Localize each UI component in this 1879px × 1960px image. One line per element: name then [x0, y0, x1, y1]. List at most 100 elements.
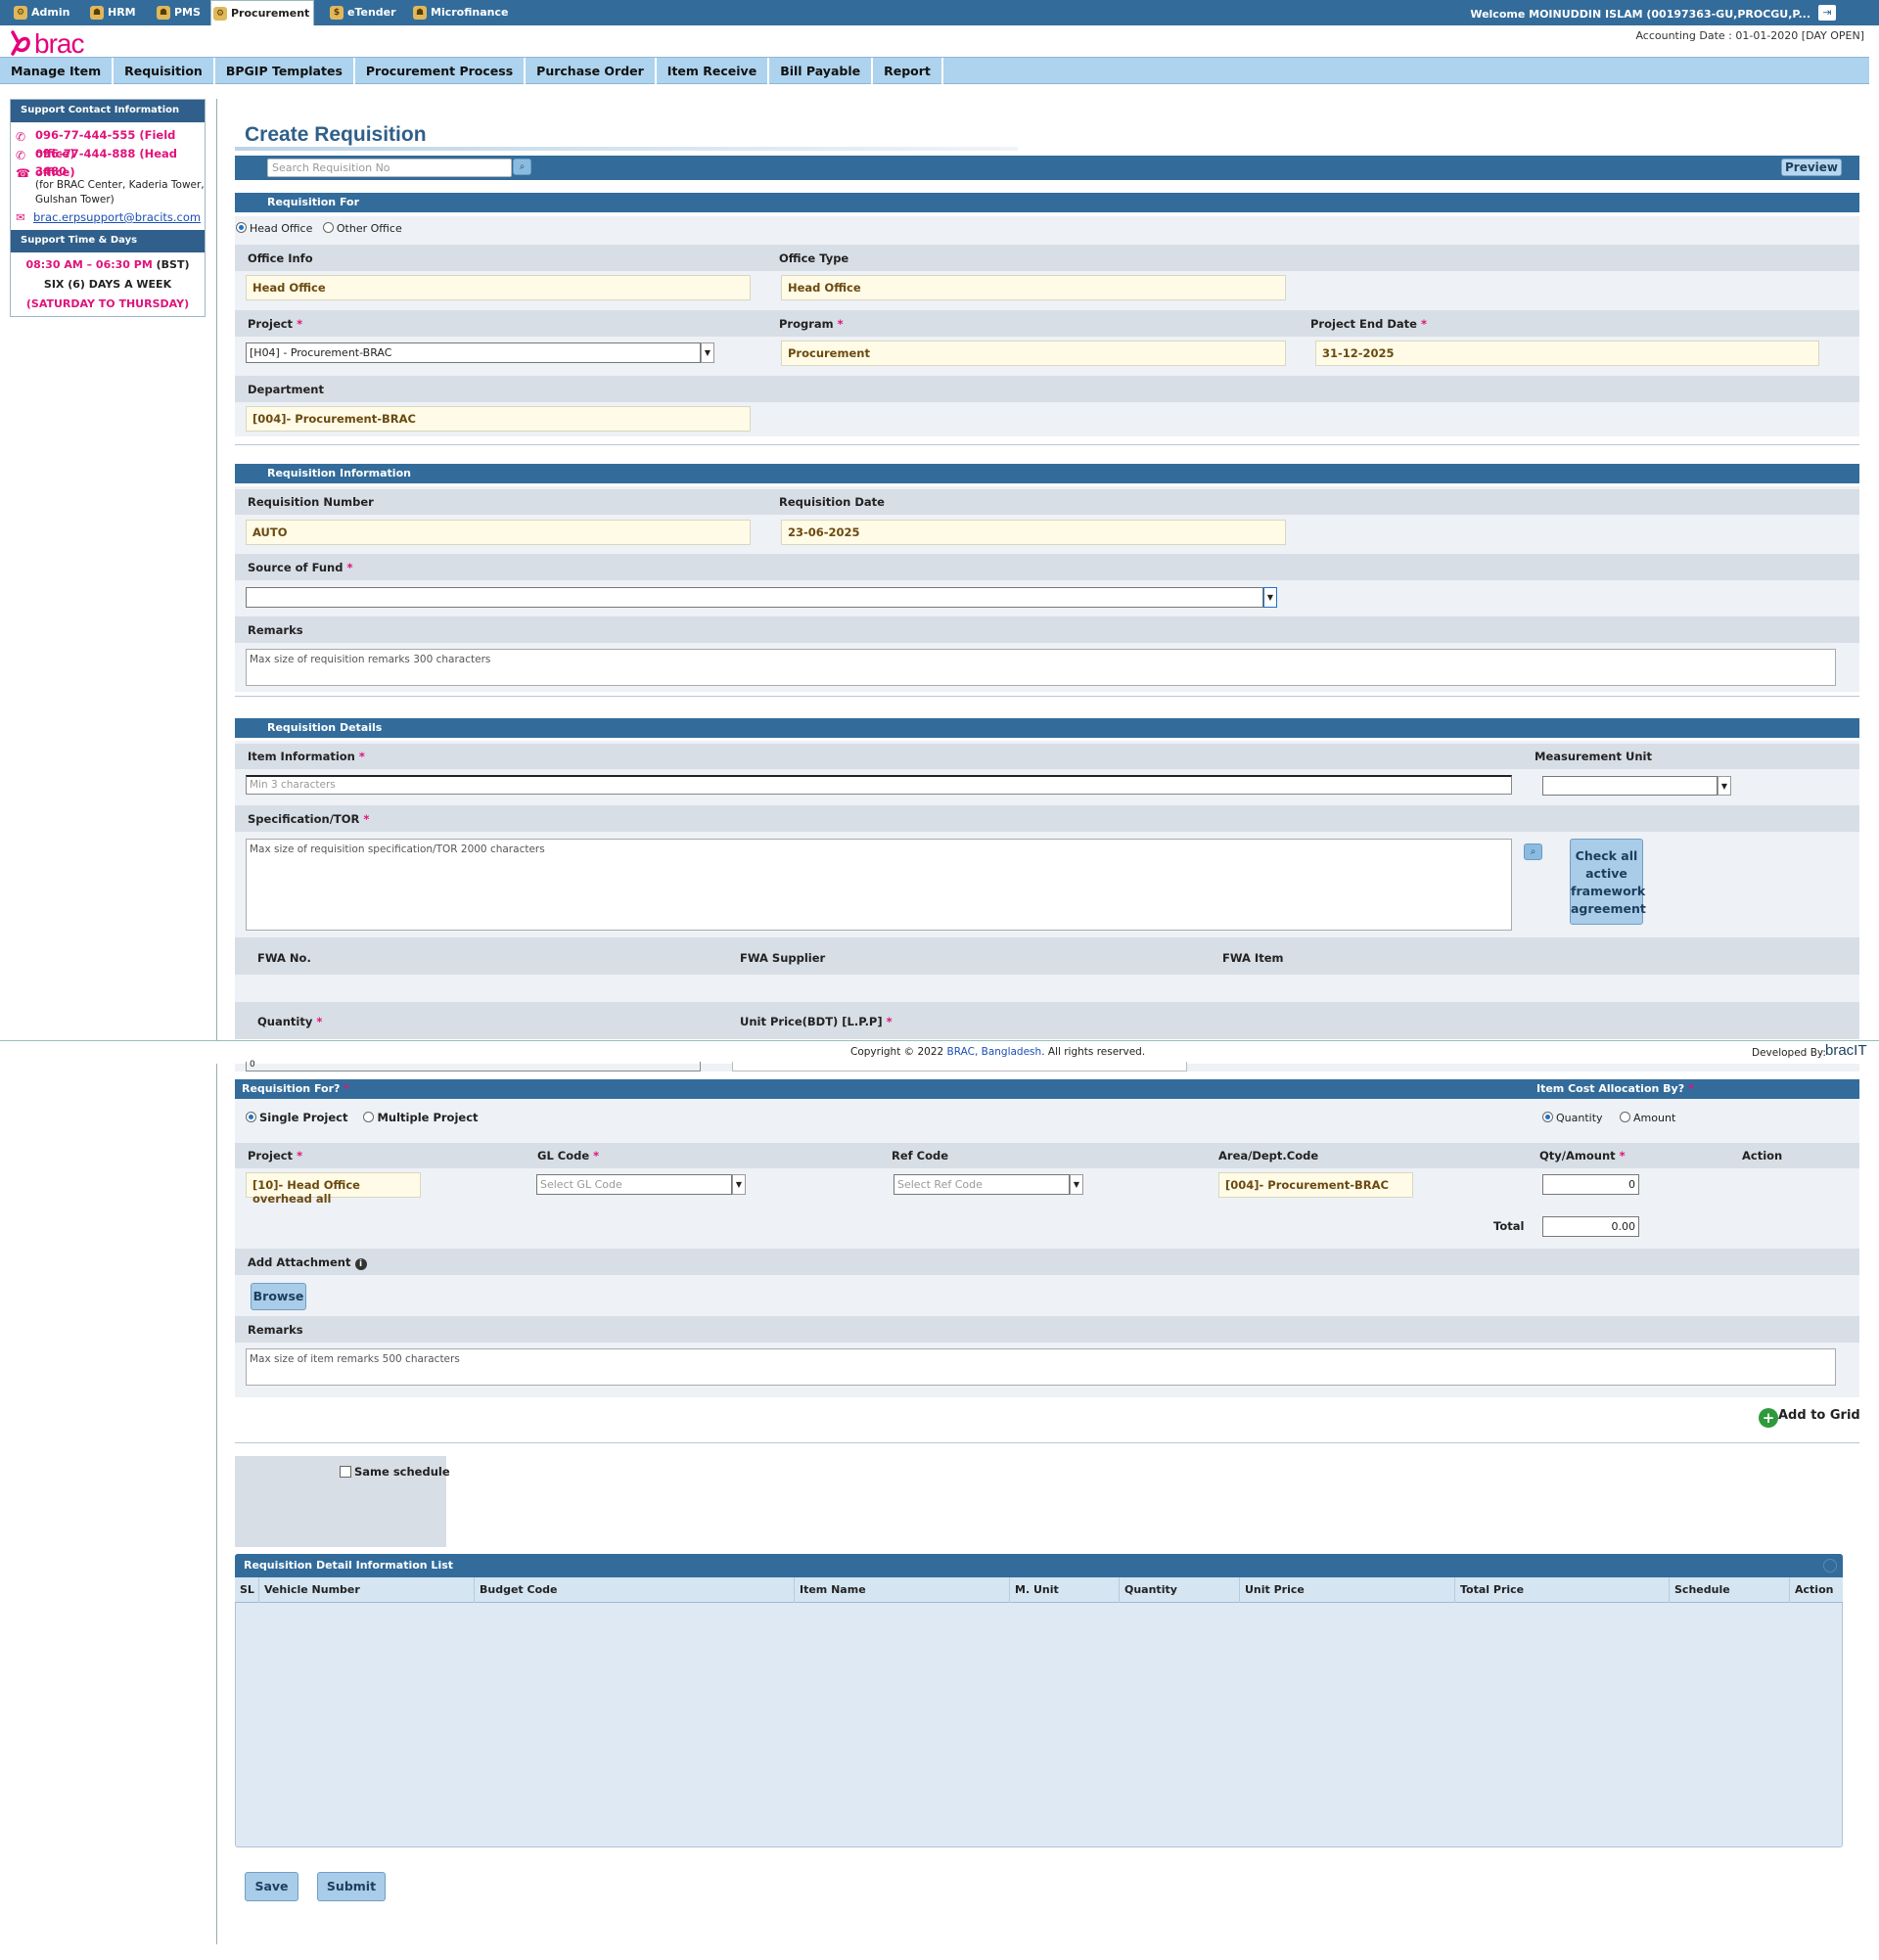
radio-empty-icon [322, 222, 334, 233]
chevron-down-icon[interactable]: ▼ [701, 342, 714, 363]
grid-col-quantity: Quantity [1120, 1577, 1240, 1603]
project-end-date-field: 31-12-2025 [1315, 341, 1819, 366]
same-schedule-checkbox[interactable]: Same schedule [340, 1465, 450, 1479]
grid-col-sl: SL [235, 1577, 259, 1603]
measurement-unit-select[interactable] [1542, 776, 1718, 796]
radio-selected-icon [1542, 1112, 1553, 1122]
total-label: Total [1493, 1219, 1525, 1233]
gear-people-icon: ⚙ [14, 6, 27, 20]
module-procurement[interactable]: ⚙ Procurement [210, 0, 314, 25]
chevron-down-icon[interactable]: ▼ [732, 1174, 746, 1195]
section-requisition-for: Requisition For [235, 193, 1859, 212]
telephone-icon: ☎ [16, 166, 30, 180]
module-etender[interactable]: $ eTender [328, 0, 396, 25]
add-to-grid-button[interactable]: + Add to Grid [1759, 1408, 1860, 1428]
people-icon: ☗ [90, 6, 104, 20]
search-icon[interactable]: ⌕ [1524, 843, 1542, 860]
module-microfinance[interactable]: ☗ Microfinance [411, 0, 508, 25]
radio-selected-icon [236, 222, 247, 233]
source-of-fund-select[interactable] [246, 587, 1263, 608]
collapse-icon[interactable] [1823, 1559, 1837, 1573]
project-end-date-label: Project End Date * [1310, 317, 1427, 331]
total-field: 0.00 [1542, 1216, 1639, 1237]
menu-manage-item[interactable]: Manage Item [0, 58, 115, 85]
specification-textarea[interactable]: Max size of requisition specification/TO… [246, 839, 1512, 931]
area-dept-field: [004]- Procurement-BRAC [1218, 1172, 1413, 1198]
radio-head-office[interactable]: Head Office [236, 222, 312, 235]
section-divider [235, 444, 1859, 445]
check-framework-agreement-button[interactable]: Check all active framework agreement [1570, 839, 1646, 925]
section-requisition-information: Requisition Information [235, 464, 1859, 483]
submit-button[interactable]: Submit [317, 1872, 386, 1901]
menu-report[interactable]: Report [873, 58, 943, 85]
envelope-icon: ✉ [16, 210, 25, 224]
bracit-logo: bracIT [1825, 1042, 1867, 1059]
grid-col-total-price: Total Price [1455, 1577, 1670, 1603]
office-type-label: Office Type [779, 251, 849, 265]
office-type-field: Head Office [781, 275, 1286, 300]
menu-procurement-process[interactable]: Procurement Process [355, 58, 527, 85]
requisition-date-field: 23-06-2025 [781, 520, 1286, 545]
requisition-remarks-textarea[interactable]: Max size of requisition remarks 300 char… [246, 649, 1836, 686]
browse-button[interactable]: Browse [251, 1283, 306, 1310]
menu-bpgip-templates[interactable]: BPGIP Templates [215, 58, 355, 85]
quantity-label: Quantity * [257, 1015, 323, 1028]
top-module-bar: ⚙ Admin ☗ HRM ☗ PMS ⚙ Procurement $ eTender ☗… [0, 0, 1879, 25]
module-admin[interactable]: ⚙ Admin [12, 0, 69, 25]
module-pms[interactable]: ☗ PMS [155, 0, 201, 25]
qty-amount-input[interactable]: 0 [1542, 1174, 1639, 1195]
unit-price-input[interactable] [732, 1062, 1187, 1071]
requisition-number-label: Requisition Number [248, 495, 374, 509]
radio-single-project[interactable]: Single Project [246, 1111, 347, 1124]
project-mode-radio-group: Single Project Multiple Project [246, 1111, 479, 1124]
item-remarks-textarea[interactable]: Max size of item remarks 500 characters [246, 1348, 1836, 1386]
search-icon[interactable]: ⌕ [513, 159, 531, 175]
ref-code-select[interactable]: Select Ref Code [894, 1174, 1070, 1195]
chevron-down-icon[interactable]: ▼ [1718, 776, 1731, 796]
source-of-fund-label: Source of Fund * [248, 561, 353, 574]
requisition-date-label: Requisition Date [779, 495, 885, 509]
chevron-down-icon[interactable]: ▼ [1263, 587, 1277, 608]
main-menu: Manage Item Requisition BPGIP Templates … [0, 57, 1869, 85]
info-icon[interactable]: i [354, 1258, 367, 1270]
chevron-down-icon[interactable]: ▼ [1070, 1174, 1083, 1195]
support-phone-head: ✆ 096-77-444-888 (Head office) [16, 147, 178, 179]
row-label-bar [235, 310, 1859, 337]
grid-header-row: SL Vehicle Number Budget Code Item Name … [235, 1577, 1843, 1603]
fwa-supplier-label: FWA Supplier [740, 951, 826, 965]
office-radio-group: Head Office Other Office [236, 222, 402, 235]
menu-item-receive[interactable]: Item Receive [657, 58, 770, 85]
search-input[interactable]: Search Requisition No [267, 159, 512, 177]
remarks-label: Remarks [248, 623, 303, 637]
radio-by-amount[interactable]: Amount [1620, 1112, 1675, 1124]
project-select[interactable]: [H04] - Procurement-BRAC [246, 342, 701, 363]
office-info-field: Head Office [246, 275, 751, 300]
page-title: Create Requisition [245, 123, 427, 146]
quantity-input[interactable]: 0 [246, 1061, 701, 1071]
save-button[interactable]: Save [245, 1872, 298, 1901]
radio-by-quantity[interactable]: Quantity [1542, 1112, 1603, 1124]
preview-button[interactable]: Preview [1781, 159, 1842, 176]
menu-purchase-order[interactable]: Purchase Order [526, 58, 657, 85]
money-bag-icon: $ [330, 6, 344, 20]
row-label-bar [235, 554, 1859, 580]
allocation-header-bar: Requisition For? * Item Cost Allocation … [235, 1079, 1859, 1099]
menu-bill-payable[interactable]: Bill Payable [769, 58, 874, 85]
gear-icon: ⚙ [213, 7, 227, 21]
logout-icon[interactable]: ⇥ [1818, 5, 1836, 21]
radio-empty-icon [1620, 1112, 1631, 1122]
support-time-header: Support Time & Days [11, 230, 205, 252]
support-email-link[interactable]: ✉ brac.erpsupport@bracits.com [11, 207, 205, 227]
project-label: Project * [248, 317, 303, 331]
module-hrm[interactable]: ☗ HRM [88, 0, 136, 25]
people-icon: ☗ [157, 6, 170, 20]
radio-other-office[interactable]: Other Office [322, 222, 402, 235]
radio-multiple-project[interactable]: Multiple Project [363, 1111, 479, 1124]
item-information-input[interactable]: Min 3 characters [246, 775, 1512, 795]
grid-col-budget-code: Budget Code [475, 1577, 795, 1603]
gl-code-select[interactable]: Select GL Code [536, 1174, 732, 1195]
brac-link[interactable]: BRAC, Bangladesh [947, 1046, 1042, 1058]
fwa-header-bar [235, 937, 1859, 975]
menu-requisition[interactable]: Requisition [114, 58, 215, 85]
checkbox-icon [340, 1466, 351, 1478]
